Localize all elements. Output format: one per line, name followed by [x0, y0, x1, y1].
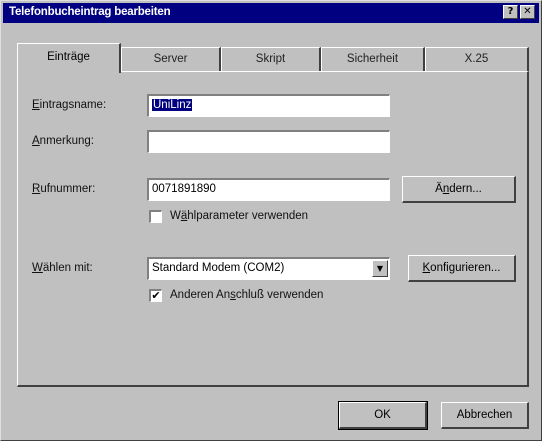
tab-x25[interactable]: X.25 [425, 47, 529, 71]
entry-name-input[interactable]: UniLinz [147, 94, 390, 117]
tab-server[interactable]: Server [121, 47, 221, 71]
dialing-params-checkbox[interactable] [149, 210, 162, 223]
comment-label: Anmerkung: [32, 135, 95, 147]
other-port-label: Anderen Anschluß verwenden [170, 289, 324, 301]
entry-name-label: Eintragsname: [32, 99, 107, 111]
dial-with-label: Wählen mit: [32, 262, 93, 274]
checkmark-icon: ✔ [151, 289, 161, 302]
configure-button[interactable]: Konfigurieren... [408, 255, 516, 282]
comment-input[interactable] [147, 130, 390, 153]
tab-panel-eintraege: Eintragsname: UniLinz Anmerkung: Rufnumm… [17, 71, 529, 387]
ok-button[interactable]: OK [338, 401, 428, 430]
dialog-window: Telefonbucheintrag bearbeiten ? ✕ Einträ… [0, 0, 542, 441]
tab-sicherheit[interactable]: Sicherheit [321, 47, 425, 71]
other-port-checkbox[interactable]: ✔ [149, 289, 162, 302]
modem-select-value: Standard Modem (COM2) [152, 262, 285, 274]
cancel-button[interactable]: Abbrechen [441, 402, 529, 429]
phone-input[interactable]: 0071891890 [147, 178, 390, 201]
phone-label: Rufnummer: [32, 183, 96, 195]
window-title: Telefonbucheintrag bearbeiten [9, 6, 171, 18]
tab-eintraege[interactable]: Einträge [17, 43, 121, 73]
dialing-params-label: Wählparameter verwenden [170, 210, 309, 222]
title-bar[interactable]: Telefonbucheintrag bearbeiten ? ✕ [3, 3, 539, 23]
help-button[interactable]: ? [503, 5, 518, 19]
change-button[interactable]: Ändern... [402, 176, 516, 203]
tab-skript[interactable]: Skript [221, 47, 321, 71]
dropdown-arrow-icon[interactable]: ▼ [372, 260, 388, 277]
close-button[interactable]: ✕ [520, 5, 535, 19]
modem-select[interactable]: Standard Modem (COM2) ▼ [147, 257, 390, 280]
